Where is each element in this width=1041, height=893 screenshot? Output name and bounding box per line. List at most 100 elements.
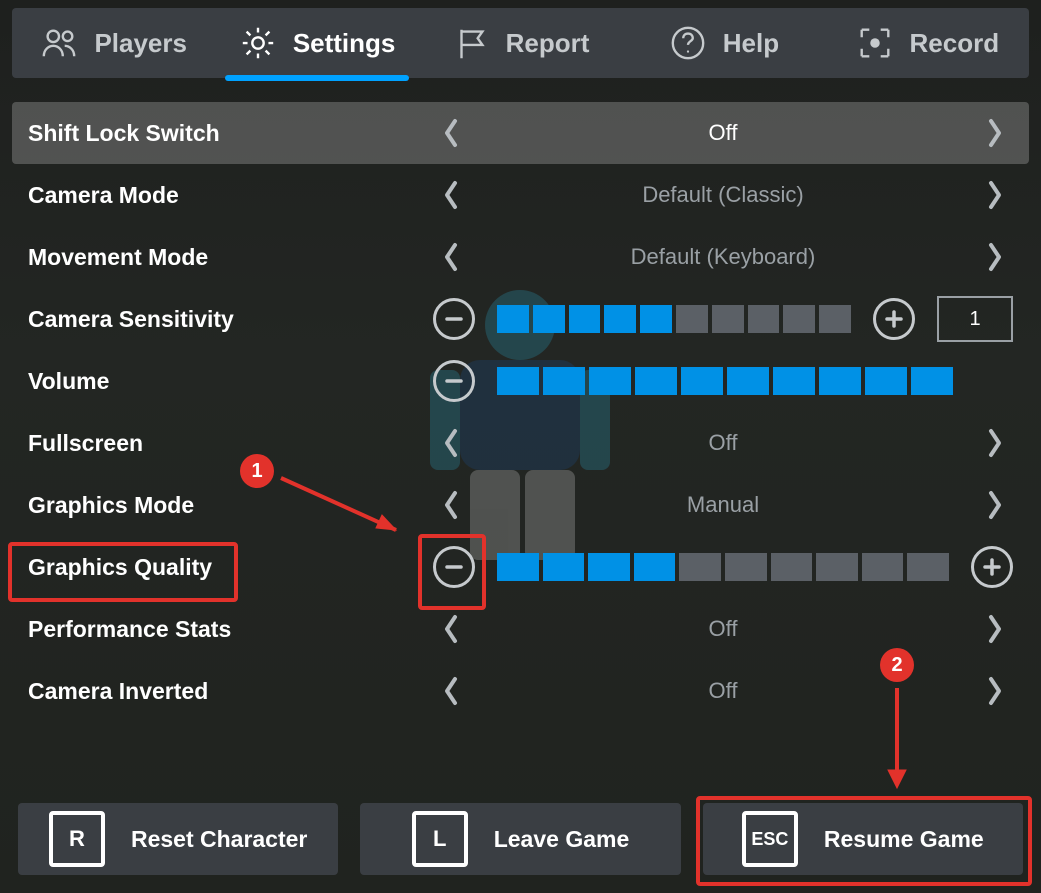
fullscreen-next[interactable] [977,425,1013,461]
row-graphics-quality: Graphics Quality [12,536,1029,598]
shift-lock-label: Shift Lock Switch [28,120,423,147]
tab-record-label: Record [910,28,1000,59]
camera-sensitivity-minus[interactable] [433,298,475,340]
tab-report-label: Report [506,28,590,59]
slider-segment [773,367,815,395]
slider-segment [497,553,539,581]
slider-segment [497,305,529,333]
slider-segment [712,305,744,333]
graphics-quality-slider[interactable] [497,553,949,581]
reset-character-label: Reset Character [131,826,307,853]
movement-mode-next[interactable] [977,239,1013,275]
camera-mode-label: Camera Mode [28,182,423,209]
graphics-mode-label: Graphics Mode [28,492,423,519]
camera-sensitivity-slider[interactable] [497,305,851,333]
movement-mode-prev[interactable] [433,239,469,275]
slider-segment [588,553,630,581]
slider-segment [907,553,949,581]
camera-sensitivity-label: Camera Sensitivity [28,306,423,333]
slider-segment [862,553,904,581]
minus-icon [445,310,463,328]
performance-stats-next[interactable] [977,611,1013,647]
reset-character-button[interactable]: R Reset Character [18,803,338,875]
plus-icon [983,558,1001,576]
resume-game-button[interactable]: ESC Resume Game [703,803,1023,875]
slider-segment [543,367,585,395]
volume-slider[interactable] [497,367,953,395]
shift-lock-next[interactable] [977,115,1013,151]
slider-segment [640,305,672,333]
slider-segment [533,305,565,333]
tab-help-label: Help [723,28,779,59]
leave-game-label: Leave Game [494,826,630,853]
camera-sensitivity-plus[interactable] [873,298,915,340]
slider-segment [635,367,677,395]
gear-icon [239,24,277,62]
key-r: R [49,811,105,867]
row-camera-inverted: Camera Inverted Off [12,660,1029,722]
slider-segment [497,367,539,395]
camera-inverted-value: Off [479,678,967,704]
performance-stats-prev[interactable] [433,611,469,647]
slider-segment [865,367,907,395]
graphics-mode-prev[interactable] [433,487,469,523]
camera-sensitivity-input[interactable]: 1 [937,296,1013,342]
fullscreen-prev[interactable] [433,425,469,461]
plus-icon [885,310,903,328]
tab-report[interactable]: Report [419,8,622,78]
help-icon [669,24,707,62]
graphics-mode-next[interactable] [977,487,1013,523]
tab-bar: Players Settings Report Help Record [12,8,1029,78]
game-settings-menu: Players Settings Report Help Record Shif… [0,0,1041,893]
row-shift-lock: Shift Lock Switch Off [12,102,1029,164]
slider-segment [569,305,601,333]
minus-icon [445,372,463,390]
slider-segment [748,305,780,333]
camera-mode-value: Default (Classic) [479,182,967,208]
resume-game-label: Resume Game [824,826,984,853]
tab-record[interactable]: Record [826,8,1029,78]
slider-segment [727,367,769,395]
volume-minus[interactable] [433,360,475,402]
row-volume: Volume [12,350,1029,412]
graphics-quality-minus[interactable] [433,546,475,588]
slider-segment [589,367,631,395]
row-performance-stats: Performance Stats Off [12,598,1029,660]
tab-help[interactable]: Help [622,8,825,78]
slider-segment [676,305,708,333]
settings-list: Shift Lock Switch Off Camera Mode Defaul… [12,102,1029,722]
camera-inverted-next[interactable] [977,673,1013,709]
volume-label: Volume [28,368,423,395]
minus-icon [445,558,463,576]
performance-stats-value: Off [479,616,967,642]
tab-settings[interactable]: Settings [215,8,418,78]
slider-segment [819,367,861,395]
tab-settings-label: Settings [293,28,396,59]
row-camera-mode: Camera Mode Default (Classic) [12,164,1029,226]
movement-mode-value: Default (Keyboard) [479,244,967,270]
tab-players-label: Players [94,28,187,59]
shift-lock-prev[interactable] [433,115,469,151]
slider-segment [681,367,723,395]
graphics-mode-value: Manual [479,492,967,518]
camera-inverted-prev[interactable] [433,673,469,709]
slider-segment [783,305,815,333]
slider-segment [771,553,813,581]
row-graphics-mode: Graphics Mode Manual [12,474,1029,536]
tab-players[interactable]: Players [12,8,215,78]
camera-mode-next[interactable] [977,177,1013,213]
camera-mode-prev[interactable] [433,177,469,213]
slider-segment [543,553,585,581]
graphics-quality-plus[interactable] [971,546,1013,588]
key-esc: ESC [742,811,798,867]
camera-inverted-label: Camera Inverted [28,678,423,705]
key-l: L [412,811,468,867]
row-movement-mode: Movement Mode Default (Keyboard) [12,226,1029,288]
slider-segment [816,553,858,581]
leave-game-button[interactable]: L Leave Game [360,803,680,875]
fullscreen-label: Fullscreen [28,430,423,457]
slider-segment [604,305,636,333]
flag-icon [452,24,490,62]
bottom-bar: R Reset Character L Leave Game ESC Resum… [18,803,1023,875]
shift-lock-value: Off [479,120,967,146]
